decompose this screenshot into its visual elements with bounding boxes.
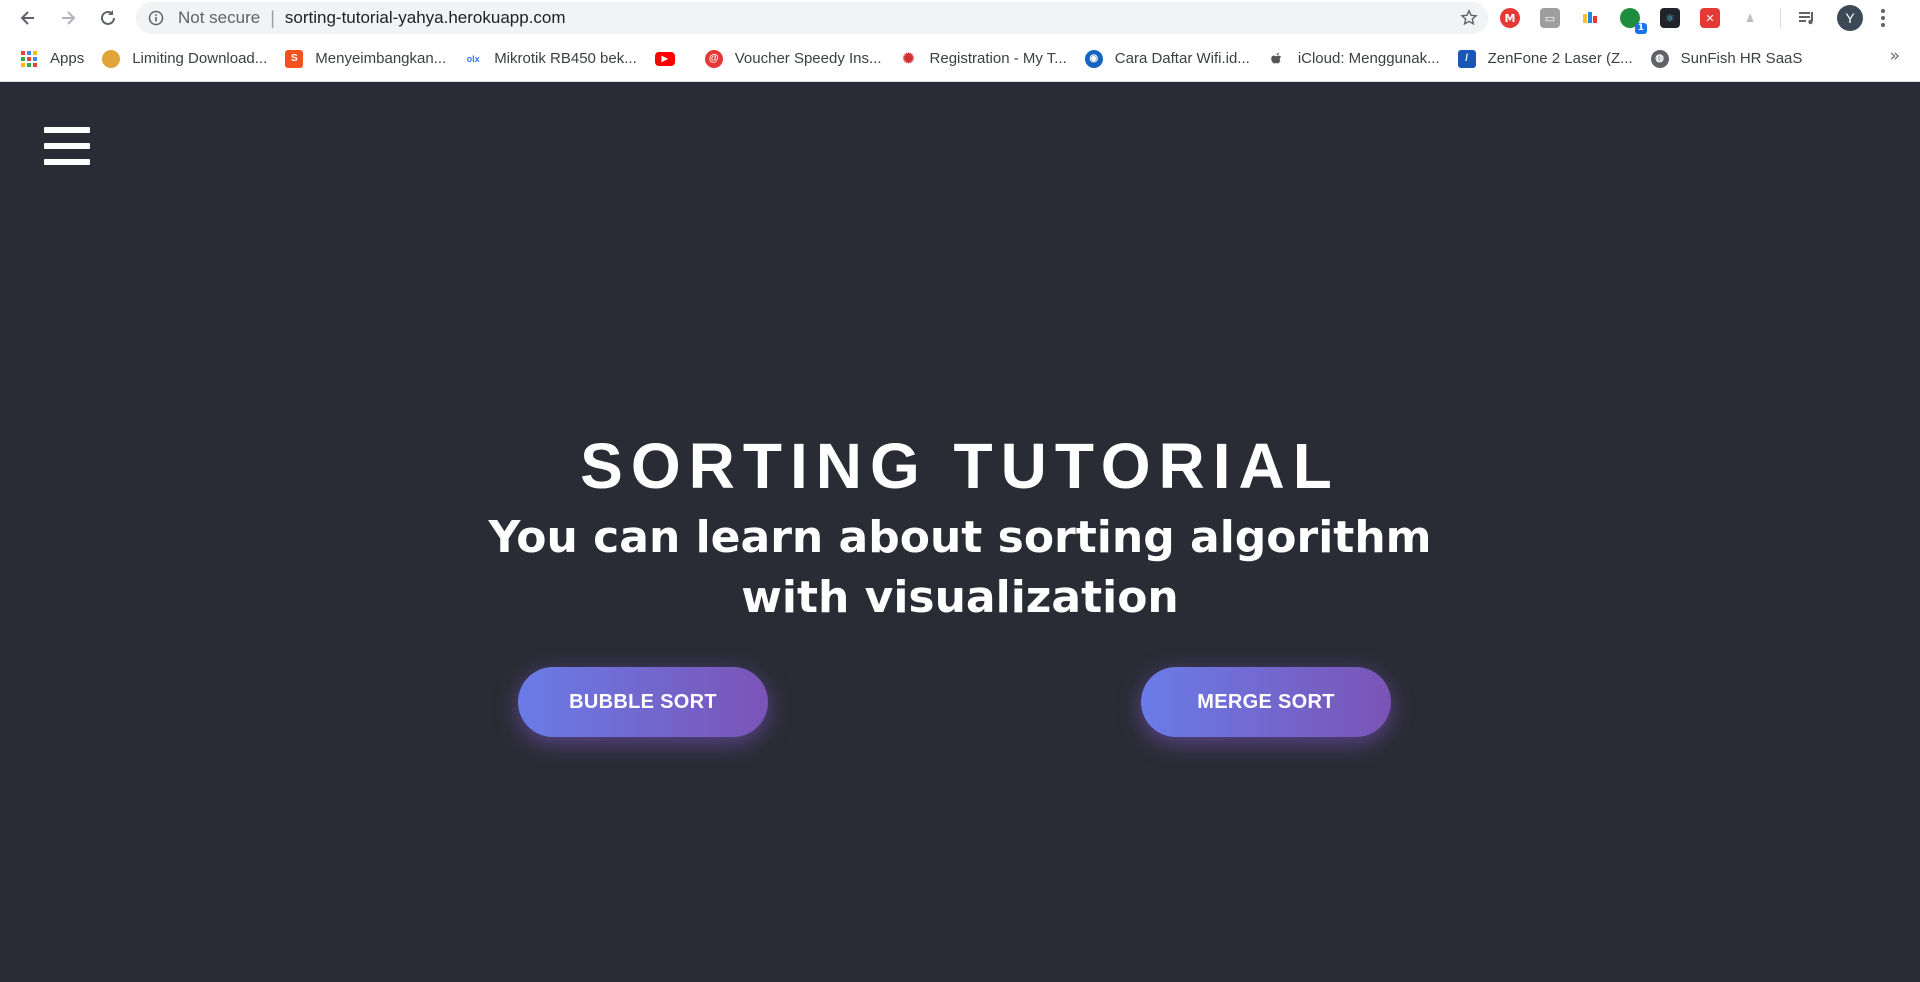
hamburger-menu-icon[interactable] <box>44 127 90 165</box>
react-devtools-icon[interactable]: ⚛ <box>1660 8 1680 28</box>
bookmark-cara-daftar-wifi[interactable]: ◉ Cara Daftar Wifi.id... <box>1084 45 1250 73</box>
asus-logo-icon: / <box>1457 49 1476 68</box>
reload-button[interactable] <box>94 4 122 32</box>
reload-icon <box>101 10 115 25</box>
bookmark-label: SunFish HR SaaS <box>1680 50 1803 67</box>
address-bar[interactable]: Not secure | sorting-tutorial-yahya.hero… <box>136 2 1488 34</box>
extensions-area: M ▭ 1 ⚛ ✕ ♟ Y <box>1500 4 1885 34</box>
gmail-extension-icon[interactable]: M <box>1500 8 1520 28</box>
extension-badge: 1 <box>1634 23 1647 34</box>
page-subtitle: You can learn about sorting algorithm wi… <box>488 512 1432 623</box>
browser-toolbar: Not secure | sorting-tutorial-yahya.hero… <box>0 0 1920 36</box>
bookmark-icloud[interactable]: iCloud: Menggunak... <box>1268 45 1440 73</box>
bookmark-apps[interactable]: Apps <box>20 45 84 73</box>
back-button[interactable] <box>14 4 42 32</box>
apple-icon <box>1268 50 1286 68</box>
bookmark-label: Apps <box>50 50 85 67</box>
bookmarks-overflow-button[interactable]: » <box>1890 46 1900 66</box>
not-secure-label: Not secure <box>178 8 261 27</box>
bookmark-youtube[interactable]: ▶ <box>654 45 687 73</box>
bookmark-mikrotik[interactable]: olx Mikrotik RB450 bek... <box>464 45 637 73</box>
page-title: SORTING TUTORIAL <box>580 430 1340 502</box>
bookmark-label: Cara Daftar Wifi.id... <box>1114 50 1250 67</box>
media-control-icon[interactable] <box>1797 8 1817 28</box>
bookmark-registration[interactable]: ✺ Registration - My T... <box>900 45 1067 73</box>
bookmark-zenfone[interactable]: / ZenFone 2 Laser (Z... <box>1457 45 1633 73</box>
bookmark-sunfish[interactable]: ◍ SunFish HR SaaS <box>1650 45 1803 73</box>
bookmark-voucher-speedy[interactable]: @ Voucher Speedy Ins... <box>704 45 882 73</box>
s-logo-icon: S <box>285 49 304 68</box>
line-extension-icon[interactable]: ▭ <box>1540 8 1560 28</box>
bookmark-label: ZenFone 2 Laser (Z... <box>1487 50 1633 67</box>
figure-extension-icon[interactable]: ♟ <box>1740 8 1760 28</box>
url-text[interactable]: sorting-tutorial-yahya.herokuapp.com <box>285 8 566 28</box>
merge-sort-button[interactable]: MERGE SORT <box>1141 667 1391 737</box>
page-content: SORTING TUTORIAL You can learn about sor… <box>0 82 1920 982</box>
shield-extension-icon[interactable]: ✕ <box>1700 8 1720 28</box>
bookmark-label: Menyeimbangkan... <box>315 50 447 67</box>
bookmarks-bar: Apps Limiting Download... S Menyeimbangk… <box>0 36 1920 82</box>
bookmark-limiting-download[interactable]: Limiting Download... <box>102 45 267 73</box>
bookmark-label: Limiting Download... <box>132 50 268 67</box>
address-separator: | <box>270 7 275 28</box>
bookmark-label: Mikrotik RB450 bek... <box>494 50 637 67</box>
youtube-icon: ▶ <box>654 51 675 66</box>
browser-menu-icon[interactable] <box>1881 9 1885 27</box>
bookmark-menyeimbangkan[interactable]: S Menyeimbangkan... <box>285 45 446 73</box>
bookmark-label: Voucher Speedy Ins... <box>734 50 882 67</box>
flame-logo-icon: ✺ <box>902 50 915 66</box>
forward-button[interactable] <box>54 4 82 32</box>
star-icon[interactable] <box>1460 9 1478 27</box>
colorful-extension-icon[interactable] <box>1580 8 1600 28</box>
green-extension-icon[interactable]: 1 <box>1620 8 1647 34</box>
bubble-sort-button[interactable]: BUBBLE SORT <box>518 667 768 737</box>
info-icon[interactable] <box>148 10 164 26</box>
world-icon: ◍ <box>1650 49 1669 68</box>
at-logo-icon: @ <box>704 49 723 68</box>
bookmark-label: iCloud: Menggunak... <box>1297 50 1440 67</box>
profile-avatar[interactable]: Y <box>1837 5 1863 31</box>
bookmark-label: Registration - My T... <box>929 50 1067 67</box>
toolbar-divider <box>1780 8 1781 28</box>
circle-logo-icon <box>102 49 121 68</box>
olx-logo-icon: olx <box>466 53 480 64</box>
apps-grid-icon <box>20 50 38 68</box>
arrow-left-icon <box>20 11 34 25</box>
globe-logo-icon: ◉ <box>1084 49 1103 68</box>
arrow-right-icon <box>62 11 76 25</box>
